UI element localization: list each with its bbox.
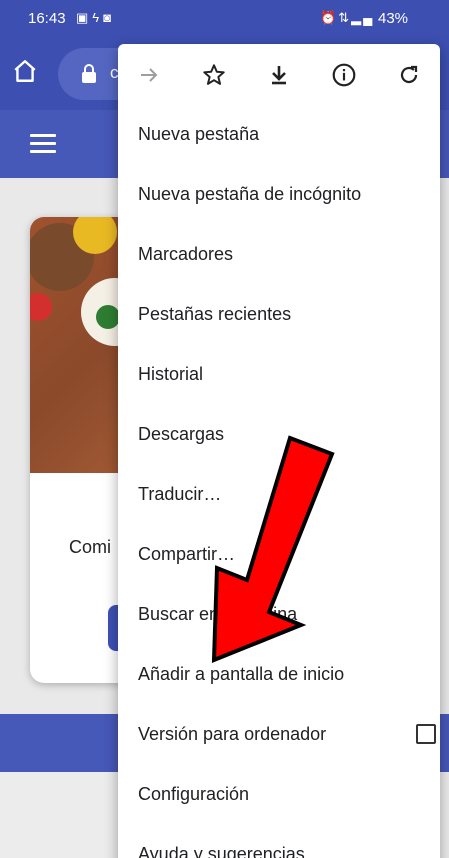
menu-item-settings[interactable]: Configuración <box>138 774 428 814</box>
download-icon[interactable] <box>264 60 294 90</box>
menu-item-desktop-site-label: Versión para ordenador <box>138 724 327 744</box>
info-icon[interactable] <box>329 60 359 90</box>
gallery-icon: ▣ <box>76 10 93 25</box>
cast-icon: ◙ <box>103 10 116 25</box>
forward-icon[interactable] <box>134 60 164 90</box>
menu-item-history[interactable]: Historial <box>138 354 428 394</box>
desktop-site-checkbox[interactable] <box>416 724 436 744</box>
menu-item-help-feedback[interactable]: Ayuda y sugerencias <box>138 834 428 858</box>
bookmark-star-icon[interactable] <box>199 60 229 90</box>
alarm-icon: ⏰ <box>320 10 339 25</box>
menu-item-bookmarks[interactable]: Marcadores <box>138 234 428 274</box>
menu-item-new-incognito-tab[interactable]: Nueva pestaña de incógnito <box>138 174 428 214</box>
card-text: Comi <box>69 537 112 557</box>
menu-item-translate[interactable]: Traducir… <box>138 474 428 514</box>
lock-icon <box>80 64 100 84</box>
status-time: 16:43 <box>28 10 66 27</box>
home-icon[interactable] <box>12 58 46 92</box>
status-left-icons: ▣ϟ◙ <box>76 10 115 26</box>
signal-icon: ▂▄ <box>351 10 375 25</box>
flash-icon: ϟ <box>92 10 104 25</box>
menu-item-new-tab[interactable]: Nueva pestaña <box>138 114 428 154</box>
menu-item-find-in-page[interactable]: Buscar en la página <box>138 594 428 634</box>
menu-item-recent-tabs[interactable]: Pestañas recientes <box>138 294 428 334</box>
overflow-menu: Nueva pestaña Nueva pestaña de incógnito… <box>118 44 440 858</box>
menu-item-desktop-site[interactable]: Versión para ordenador <box>138 714 436 754</box>
menu-item-downloads[interactable]: Descargas <box>138 414 428 454</box>
menu-item-share[interactable]: Compartir… <box>138 534 428 574</box>
data-icon: ⇅ <box>338 10 352 25</box>
menu-action-row <box>118 44 440 106</box>
menu-item-add-to-home-screen[interactable]: Añadir a pantalla de inicio <box>138 654 428 694</box>
status-right-icons: ⏰⇅▂▄ <box>320 10 374 26</box>
status-bar: 16:43 ▣ϟ◙ ⏰⇅▂▄ 43% <box>0 0 449 38</box>
refresh-icon[interactable] <box>394 60 424 90</box>
hamburger-menu-icon[interactable] <box>30 134 56 154</box>
battery-level: 43% <box>378 10 409 27</box>
